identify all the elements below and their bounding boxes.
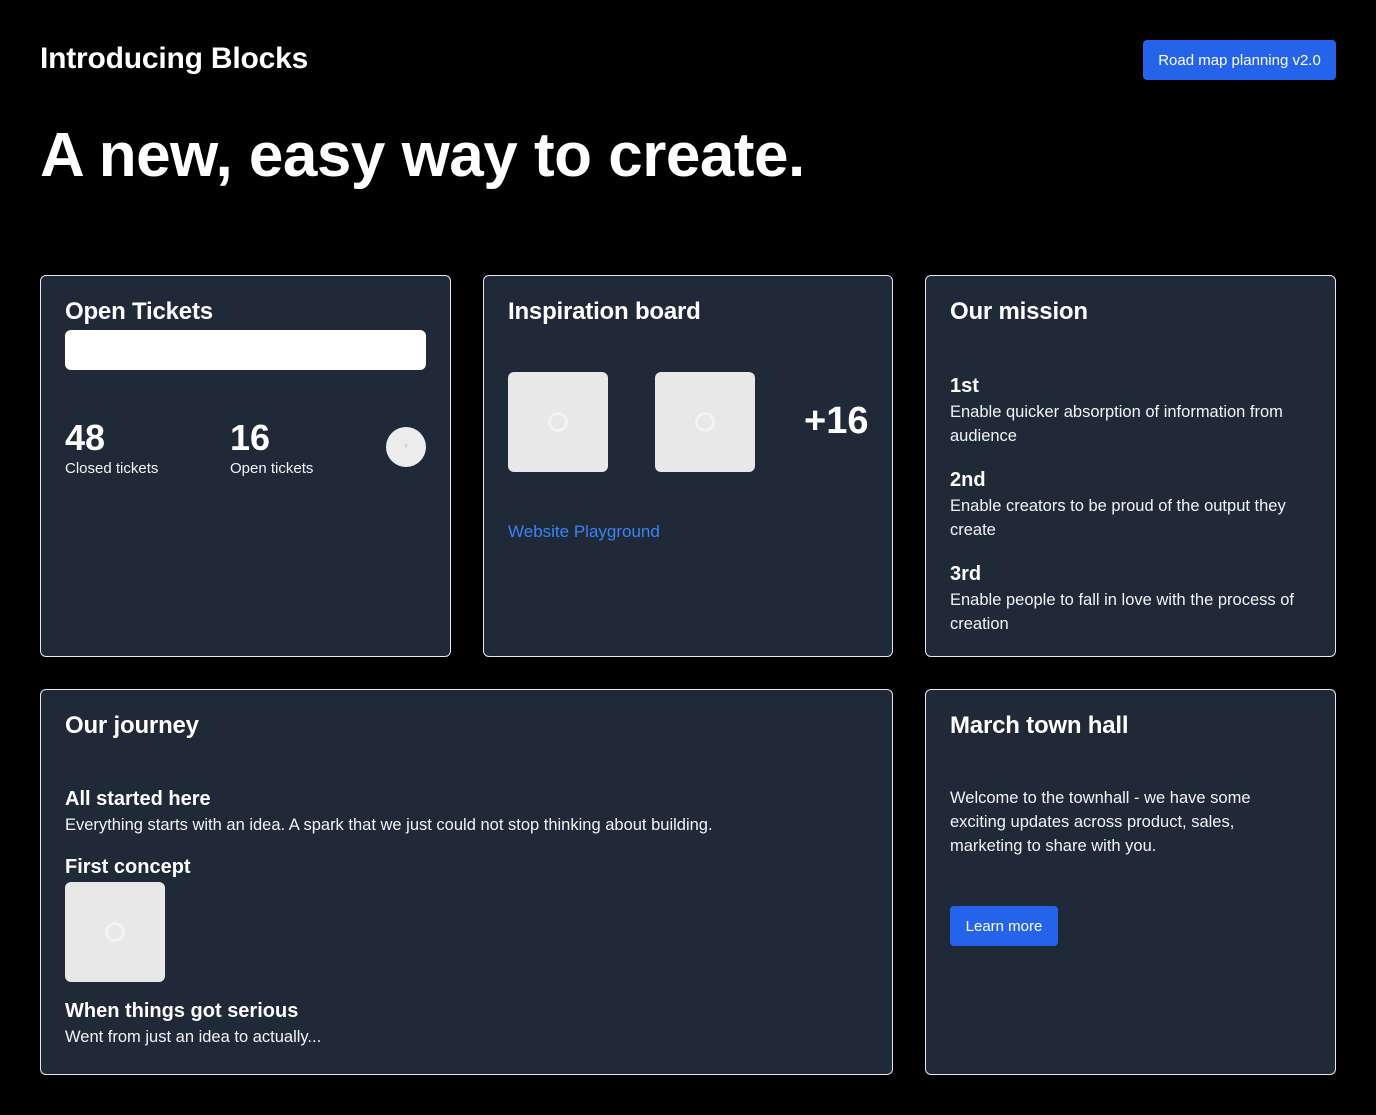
stat-value: 48 xyxy=(65,417,106,458)
brand-title: Introducing Blocks xyxy=(40,42,309,75)
roadmap-button[interactable]: Road map planning v2.0 xyxy=(1143,40,1336,80)
card-title: March town hall xyxy=(950,712,1129,739)
journey-heading: When things got serious xyxy=(65,1000,299,1022)
stat-label: Closed tickets xyxy=(65,460,159,477)
inspiration-image-placeholder[interactable] xyxy=(655,372,755,472)
mission-text: Enable creators to be proud of the outpu… xyxy=(950,497,1286,539)
image-placeholder-icon xyxy=(548,412,568,432)
journey-text: Everything starts with an idea. A spark … xyxy=(65,816,713,834)
mission-rank: 3rd xyxy=(950,563,982,585)
mission-text: Enable quicker absorption of information… xyxy=(950,403,1283,445)
journey-card: Our journey All started here Everything … xyxy=(40,689,893,1075)
journey-heading: All started here xyxy=(65,788,211,810)
town-hall-card: March town hall Welcome to the townhall … xyxy=(925,689,1336,1075)
card-title: Open Tickets xyxy=(65,298,213,325)
closed-tickets-stat: 48 Closed tickets xyxy=(65,416,158,477)
concept-image-placeholder[interactable] xyxy=(65,882,165,982)
open-tickets-card: Open Tickets 48 Closed tickets 16 Open t… xyxy=(40,275,451,657)
mission-rank: 2nd xyxy=(950,469,986,491)
card-title: Our journey xyxy=(65,712,199,739)
card-title: Inspiration board xyxy=(508,298,701,325)
image-placeholder-icon xyxy=(695,412,715,432)
inspiration-image-placeholder[interactable] xyxy=(508,372,608,472)
stat-value: 16 xyxy=(230,417,271,458)
inspiration-board-card: Inspiration board +16 Website Playground xyxy=(483,275,893,657)
town-hall-description: Welcome to the townhall - we have some e… xyxy=(950,789,1251,855)
journey-text: Went from just an idea to actually... xyxy=(65,1028,322,1046)
mission-item: 2nd Enable creators to be proud of the o… xyxy=(950,468,1312,542)
mission-list: 1st Enable quicker absorption of informa… xyxy=(950,374,1312,656)
open-tickets-stat: 16 Open tickets xyxy=(230,416,313,477)
tickets-input[interactable] xyxy=(65,330,426,370)
page: Introducing Blocks Road map planning v2.… xyxy=(0,0,1376,1115)
mission-item: 1st Enable quicker absorption of informa… xyxy=(950,374,1312,448)
journey-heading: First concept xyxy=(65,856,191,878)
hero-headline: A new, easy way to create. xyxy=(40,121,805,190)
mission-text: Enable people to fall in love with the p… xyxy=(950,591,1294,633)
mission-rank: 1st xyxy=(950,375,979,397)
mission-item: 3rd Enable people to fall in love with t… xyxy=(950,562,1312,636)
mission-card: Our mission 1st Enable quicker absorptio… xyxy=(925,275,1336,657)
website-playground-link[interactable]: Website Playground xyxy=(508,522,660,542)
card-title: Our mission xyxy=(950,298,1088,325)
image-placeholder-icon xyxy=(105,922,125,942)
chevron-down-icon: ▾ xyxy=(403,441,409,452)
learn-more-button[interactable]: Learn more xyxy=(950,906,1058,946)
more-images-count: +16 xyxy=(804,400,869,442)
circle-action-button[interactable]: ▾ xyxy=(386,427,426,467)
stat-label: Open tickets xyxy=(230,460,314,477)
